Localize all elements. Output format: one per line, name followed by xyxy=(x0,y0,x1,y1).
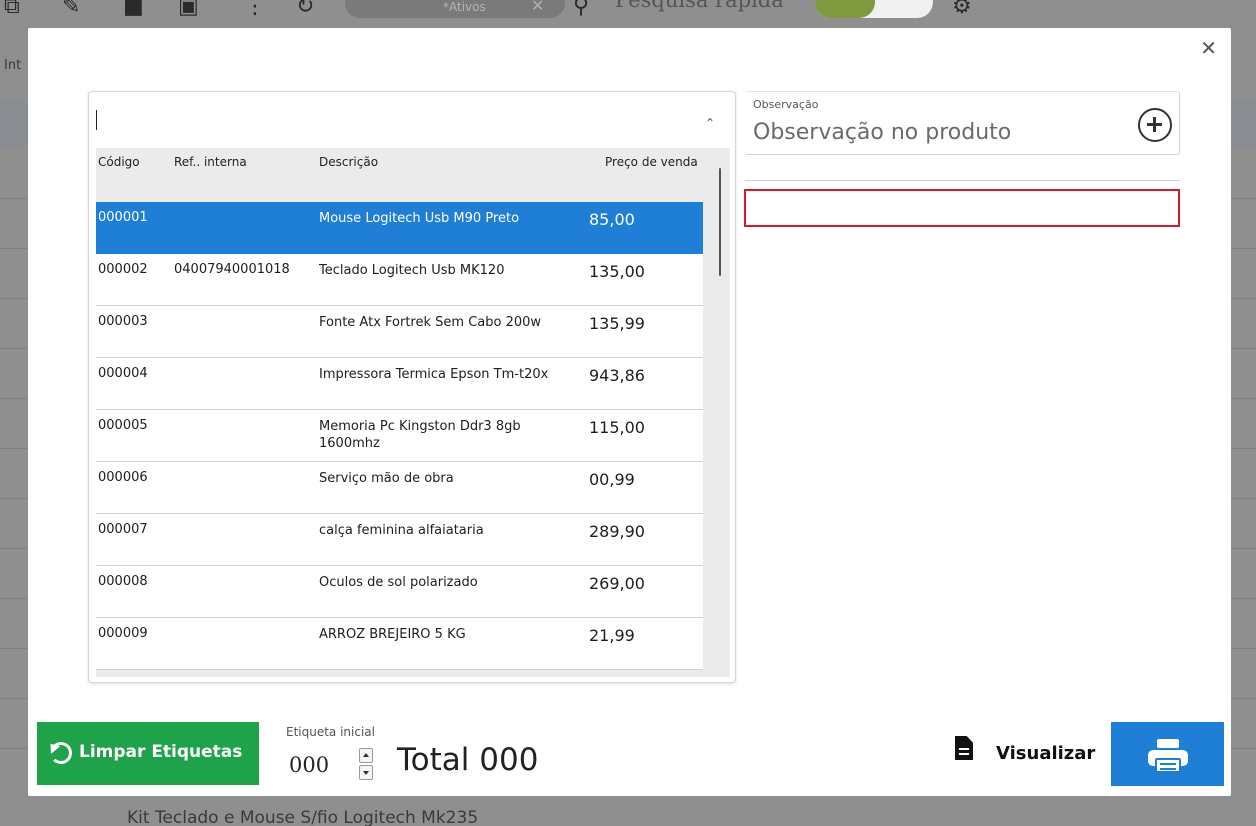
start-label-value[interactable]: 000 xyxy=(289,753,329,777)
start-label-caption: Etiqueta inicial xyxy=(286,725,375,739)
status-filter: *Ativos ✕ xyxy=(345,0,565,18)
clear-labels-label: Limpar Etiquetas xyxy=(79,742,243,762)
edit-icon: ✎ xyxy=(62,0,81,19)
row-codigo: 000006 xyxy=(98,470,148,485)
delete-icon: ■ xyxy=(123,0,144,19)
observation-input[interactable] xyxy=(753,120,1113,145)
product-row[interactable]: 000004 Impressora Termica Epson Tm-t20x 94… xyxy=(96,358,703,410)
row-preco: 115,00 xyxy=(589,418,645,437)
quick-search-placeholder: Pesquisa rápida xyxy=(615,0,784,12)
text-cursor xyxy=(96,110,97,130)
product-row[interactable]: 000002 04007940001018 Teclado Logitech Usb… xyxy=(96,254,703,306)
observation-field: Observação xyxy=(745,91,1180,155)
refresh-icon: ↻ xyxy=(296,0,315,19)
row-descricao: Serviço mão de obra xyxy=(319,471,454,486)
label-print-dialog: ✕ ⌃ Código Ref.. interna Descrição Preço… xyxy=(28,28,1231,796)
row-codigo: 000009 xyxy=(98,626,148,641)
row-preco: 269,00 xyxy=(589,574,645,593)
preview-label: Visualizar xyxy=(996,743,1096,764)
row-preco: 135,00 xyxy=(589,262,645,281)
document-icon xyxy=(955,736,973,760)
print-icon: ▣ xyxy=(178,0,199,19)
background-tab: Int xyxy=(4,58,22,73)
total-count: Total 000 xyxy=(397,742,539,778)
row-descricao: Fonte Atx Fortrek Sem Cabo 200w xyxy=(319,315,542,330)
header-codigo: Código xyxy=(98,155,140,169)
row-ref-interna: 04007940001018 xyxy=(174,262,290,277)
header-descricao: Descrição xyxy=(319,155,379,169)
row-preco: 289,90 xyxy=(589,522,645,541)
row-codigo: 000005 xyxy=(98,418,148,433)
background-list-item: Kit Teclado e Mouse S/fio Logitech Mk235 xyxy=(127,808,479,826)
product-row[interactable]: 000007 calça feminina alfaiataria 289,90 xyxy=(96,514,703,566)
product-row[interactable]: 000001 Mouse Logitech Usb M90 Preto 85,00 xyxy=(96,202,703,254)
row-descricao: calça feminina alfaiataria xyxy=(319,523,484,538)
more-icon: ⋮ xyxy=(244,0,266,19)
plus-circle-icon[interactable] xyxy=(1138,108,1172,142)
selected-labels-field[interactable] xyxy=(744,189,1180,227)
header-ref-interna: Ref.. interna xyxy=(174,155,247,169)
product-search-input[interactable]: ⌃ xyxy=(89,92,735,148)
product-dropdown-list: Código Ref.. interna Descrição Preço de … xyxy=(96,148,730,677)
divider xyxy=(745,180,1180,181)
row-codigo: 000003 xyxy=(98,314,148,329)
product-row[interactable]: 000006 Serviço mão de obra 00,99 xyxy=(96,462,703,514)
product-row[interactable]: 000005 Memoria Pc Kingston Ddr3 8gb 1600m… xyxy=(96,410,703,462)
scrollbar-thumb[interactable] xyxy=(719,168,721,276)
row-codigo: 000001 xyxy=(98,210,148,225)
refresh-icon xyxy=(50,742,72,764)
row-descricao: Memoria Pc Kingston Ddr3 8gb 1600mhz xyxy=(319,419,521,451)
clear-labels-button[interactable]: Limpar Etiquetas xyxy=(37,722,259,785)
toggle-switch xyxy=(815,0,933,18)
background-toolbar: ⧉ ✎ ■ ▣ ⋮ ↻ *Ativos ✕ ⚲ Pesquisa rápida … xyxy=(0,0,1256,28)
row-descricao: ARROZ BREJEIRO 5 KG xyxy=(319,627,466,642)
row-preco: 943,86 xyxy=(589,366,645,385)
row-descricao: Mouse Logitech Usb M90 Preto xyxy=(319,211,520,226)
row-descricao: Impressora Termica Epson Tm-t20x xyxy=(319,367,549,382)
product-row[interactable]: 000009 ARROZ BREJEIRO 5 KG 21,99 xyxy=(96,618,703,670)
list-header: Código Ref.. interna Descrição Preço de … xyxy=(96,148,710,188)
printer-icon xyxy=(1148,739,1188,773)
observation-label: Observação xyxy=(753,98,819,111)
row-preco: 135,99 xyxy=(589,314,645,333)
row-descricao: Teclado Logitech Usb MK120 xyxy=(319,263,505,278)
clear-filter-icon: ✕ xyxy=(531,0,545,15)
row-codigo: 000008 xyxy=(98,574,148,589)
product-row[interactable]: 000008 Oculos de sol polarizado 269,00 xyxy=(96,566,703,618)
chevron-up-icon[interactable]: ⌃ xyxy=(705,116,715,130)
row-preco: 85,00 xyxy=(589,210,635,229)
header-preco: Preço de venda xyxy=(605,155,698,169)
gear-icon: ⚙ xyxy=(952,0,972,19)
row-codigo: 000007 xyxy=(98,522,148,537)
increment-button[interactable] xyxy=(359,748,373,763)
row-preco: 21,99 xyxy=(589,626,635,645)
print-button[interactable] xyxy=(1111,722,1224,786)
row-codigo: 000002 xyxy=(98,262,148,277)
decrement-button[interactable] xyxy=(359,765,373,780)
product-row[interactable]: 000003 Fonte Atx Fortrek Sem Cabo 200w 135… xyxy=(96,306,703,358)
row-preco: 00,99 xyxy=(589,470,635,489)
product-select: ⌃ Código Ref.. interna Descrição Preço d… xyxy=(88,91,736,683)
start-label-stepper xyxy=(359,748,373,780)
row-codigo: 000004 xyxy=(98,366,148,381)
list-scrollbar[interactable] xyxy=(710,148,730,677)
close-icon[interactable]: ✕ xyxy=(1200,38,1217,58)
search-icon: ⚲ xyxy=(573,0,590,19)
status-filter-label: *Ativos xyxy=(443,0,486,14)
preview-button[interactable]: Visualizar xyxy=(948,733,1098,777)
row-descricao: Oculos de sol polarizado xyxy=(319,575,478,590)
copy-icon: ⧉ xyxy=(4,0,20,19)
